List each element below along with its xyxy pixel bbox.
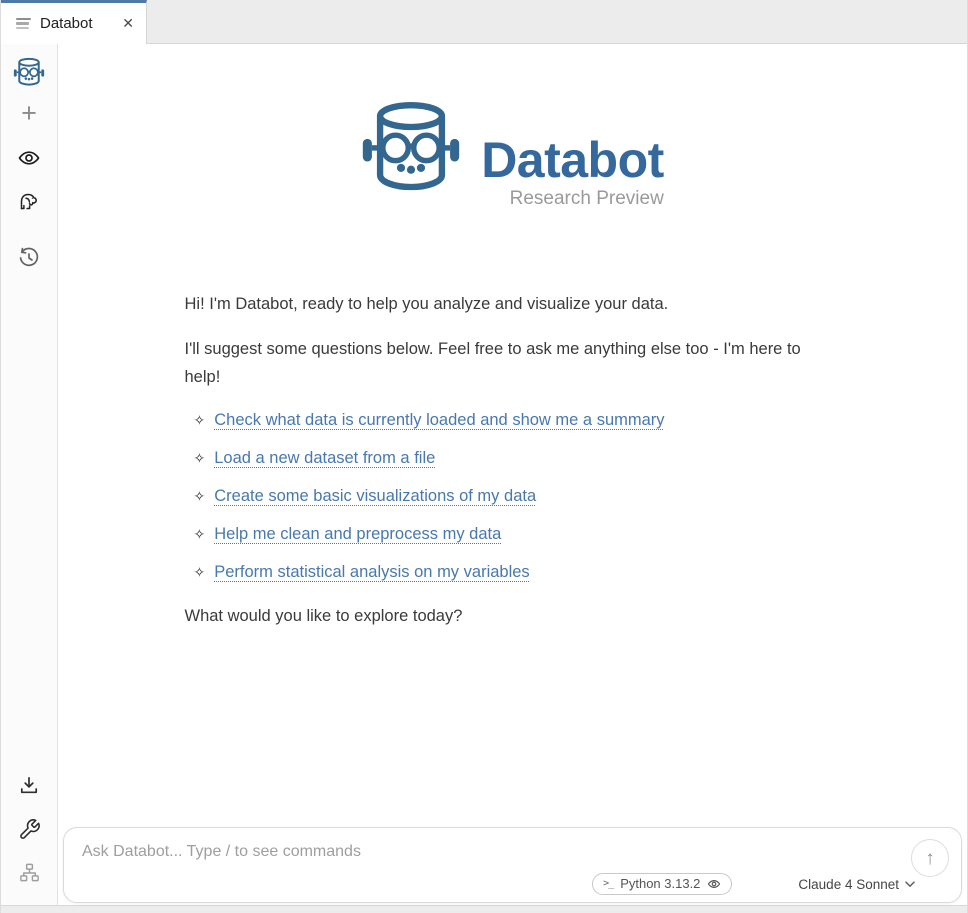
chat-panel: Databot Research Preview Hi! I'm Databot… bbox=[58, 44, 967, 905]
databot-view-button[interactable] bbox=[11, 54, 47, 90]
suggestion-item: ✧ Check what data is currently loaded an… bbox=[194, 408, 841, 432]
wrench-icon bbox=[18, 818, 41, 841]
greeting-message: Hi! I'm Databot, ready to help you analy… bbox=[185, 290, 841, 318]
suggestion-link-statistical-analysis[interactable]: Perform statistical analysis on my varia… bbox=[214, 560, 529, 584]
new-session-button[interactable]: + bbox=[11, 97, 47, 133]
closing-message: What would you like to explore today? bbox=[185, 602, 841, 630]
terminal-prompt-icon: >_ bbox=[603, 878, 613, 889]
databot-logo-icon bbox=[13, 56, 45, 88]
eye-icon bbox=[17, 146, 41, 170]
databot-logo-lockup: Databot Research Preview bbox=[185, 94, 841, 210]
tab-bar: Databot ✕ bbox=[1, 0, 967, 44]
databot-window: Databot ✕ bbox=[0, 0, 968, 913]
suggestion-link-clean-preprocess[interactable]: Help me clean and preprocess my data bbox=[214, 522, 501, 546]
sparkle-icon: ✧ bbox=[194, 408, 206, 432]
elephant-icon bbox=[17, 189, 41, 213]
close-icon[interactable]: ✕ bbox=[120, 13, 136, 34]
suggestion-item: ✧ Create some basic visualizations of my… bbox=[194, 484, 841, 508]
send-button[interactable]: ↑ bbox=[911, 839, 949, 877]
app-title: Databot bbox=[481, 134, 664, 187]
connections-button[interactable] bbox=[11, 854, 47, 890]
notebook-lines-icon bbox=[16, 18, 31, 30]
export-button[interactable] bbox=[11, 768, 47, 804]
suggestion-link-data-summary[interactable]: Check what data is currently loaded and … bbox=[214, 408, 664, 432]
databot-logo-large-icon bbox=[361, 94, 461, 200]
window-bottom-strip bbox=[1, 905, 967, 913]
suggestion-item: ✧ Perform statistical analysis on my var… bbox=[194, 560, 841, 584]
sparkle-icon: ✧ bbox=[194, 560, 206, 584]
runtime-badge[interactable]: >_ Python 3.13.2 bbox=[592, 873, 732, 895]
model-label: Claude 4 Sonnet bbox=[798, 877, 899, 892]
chevron-down-icon bbox=[905, 881, 915, 888]
view-data-button[interactable] bbox=[11, 140, 47, 176]
chat-scroll-area[interactable]: Databot Research Preview Hi! I'm Databot… bbox=[58, 44, 967, 827]
history-button[interactable] bbox=[11, 240, 47, 276]
sparkle-icon: ✧ bbox=[194, 522, 206, 546]
app-subtitle: Research Preview bbox=[510, 188, 664, 210]
suggestion-item: ✧ Load a new dataset from a file bbox=[194, 446, 841, 470]
suggestion-item: ✧ Help me clean and preprocess my data bbox=[194, 522, 841, 546]
suggestions-intro-message: I'll suggest some questions below. Feel … bbox=[185, 335, 841, 391]
plus-icon: + bbox=[21, 100, 37, 127]
runtime-label: Python 3.13.2 bbox=[620, 876, 700, 891]
arrow-up-icon: ↑ bbox=[925, 849, 935, 868]
activity-bar-bottom bbox=[11, 768, 47, 897]
settings-button[interactable] bbox=[11, 811, 47, 847]
database-button[interactable] bbox=[11, 183, 47, 219]
composer: ↑ >_ Python 3.13.2 Clau bbox=[63, 827, 962, 903]
sparkle-icon: ✧ bbox=[194, 484, 206, 508]
suggestion-link-visualizations[interactable]: Create some basic visualizations of my d… bbox=[214, 484, 536, 508]
activity-bar: + bbox=[1, 44, 58, 905]
history-icon bbox=[17, 246, 41, 270]
sitemap-icon bbox=[18, 861, 41, 884]
tab-databot[interactable]: Databot ✕ bbox=[1, 0, 147, 44]
composer-footer: >_ Python 3.13.2 Claude 4 Sonnet bbox=[592, 873, 915, 895]
sparkle-icon: ✧ bbox=[194, 446, 206, 470]
suggestion-link-load-dataset[interactable]: Load a new dataset from a file bbox=[214, 446, 435, 470]
chat-input[interactable] bbox=[82, 843, 897, 869]
eye-icon-small bbox=[707, 877, 721, 891]
model-selector[interactable]: Claude 4 Sonnet bbox=[798, 877, 915, 892]
suggestion-list: ✧ Check what data is currently loaded an… bbox=[185, 408, 841, 584]
download-icon bbox=[17, 774, 41, 798]
tab-title: Databot bbox=[40, 15, 93, 32]
